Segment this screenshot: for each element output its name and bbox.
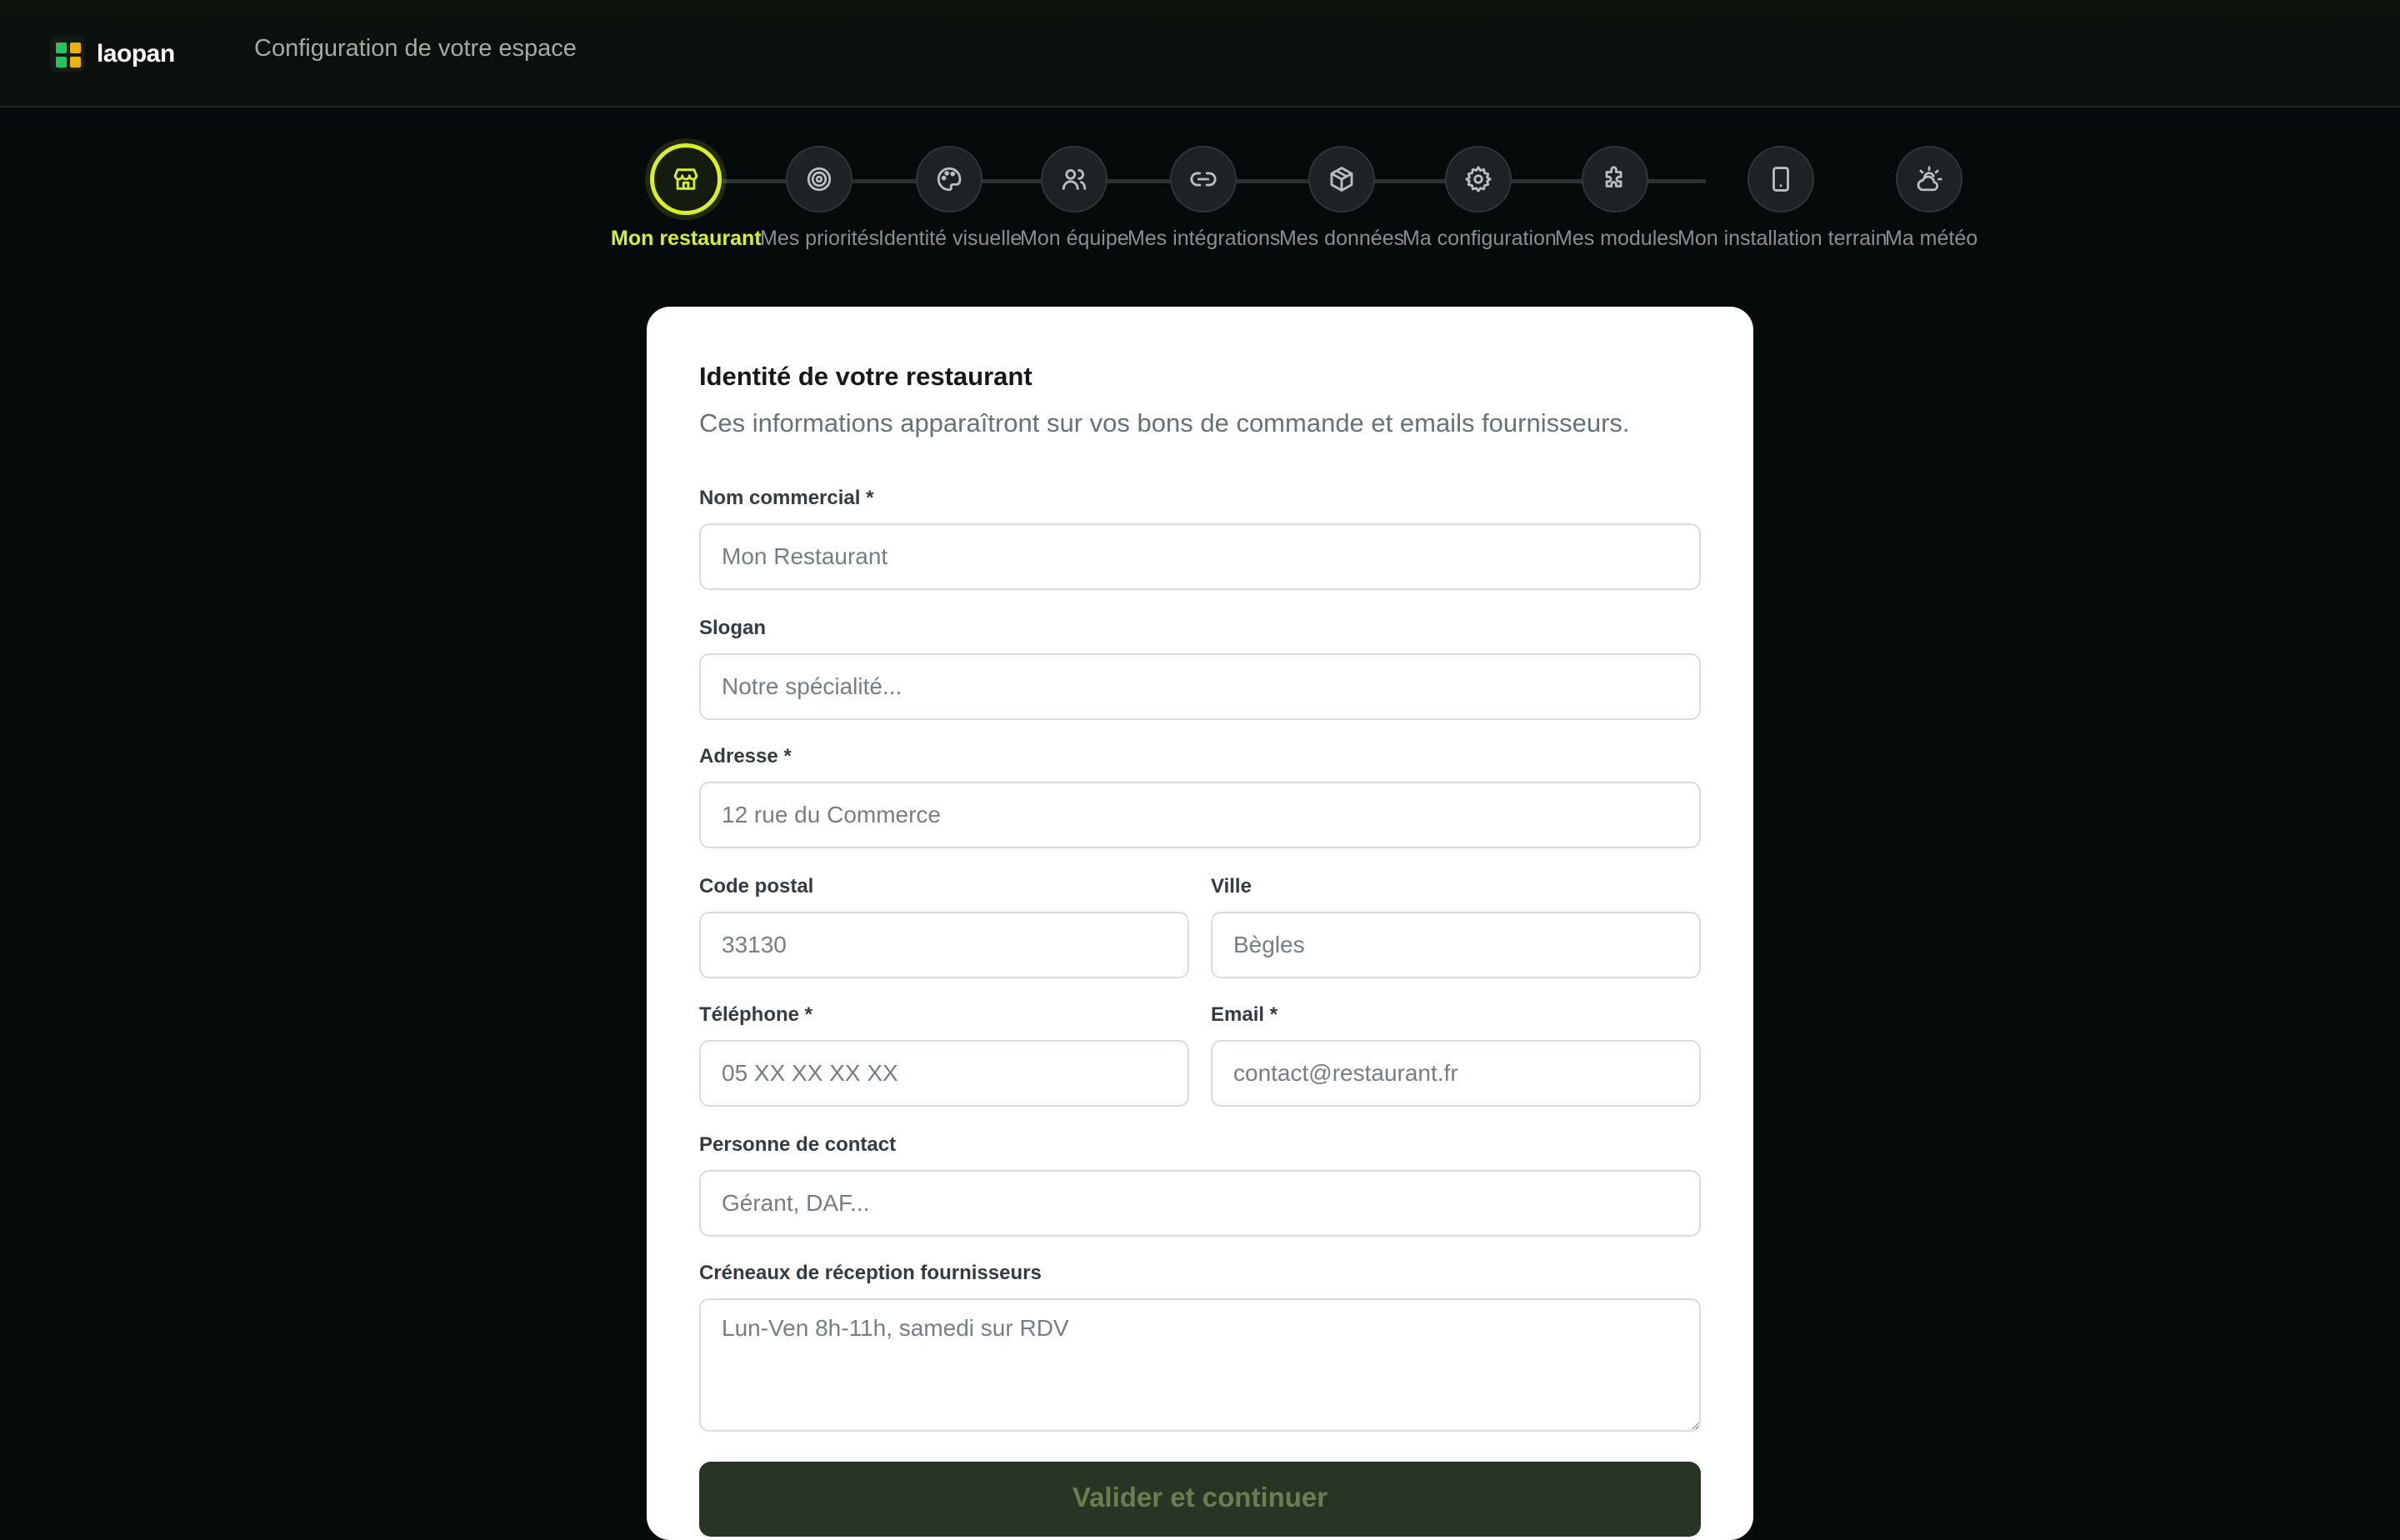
step-circle[interactable] bbox=[1308, 146, 1375, 212]
restaurant-identity-card: Identité de votre restaurant Ces informa… bbox=[647, 307, 1753, 1540]
contact-label: Personne de contact bbox=[699, 1133, 897, 1156]
code-postal-label: Code postal bbox=[699, 875, 814, 898]
step-circle[interactable] bbox=[916, 146, 982, 212]
step-circle[interactable] bbox=[1748, 146, 1814, 212]
step-label: Mon équipe bbox=[1020, 227, 1129, 250]
step-label: Ma météo bbox=[1885, 227, 1978, 250]
palette-icon bbox=[937, 167, 962, 192]
package-icon bbox=[1330, 167, 1353, 192]
tablet-icon bbox=[1772, 167, 1789, 192]
gear-icon bbox=[1465, 166, 1492, 192]
app-name: laopan bbox=[97, 40, 175, 68]
users-icon bbox=[1062, 168, 1087, 190]
step-circle[interactable] bbox=[650, 143, 722, 215]
step-label: Mes données bbox=[1279, 227, 1405, 250]
step-label: Mes modules bbox=[1555, 227, 1679, 250]
step-circle[interactable] bbox=[786, 146, 852, 212]
step-label: Identité visuelle bbox=[878, 227, 1022, 250]
step-circle[interactable] bbox=[1170, 146, 1237, 212]
ville-label: Ville bbox=[1211, 875, 1252, 898]
contact-input[interactable] bbox=[699, 1170, 1701, 1237]
creneaux-textarea[interactable] bbox=[699, 1298, 1701, 1432]
link-icon bbox=[1190, 172, 1217, 187]
adresse-input[interactable] bbox=[699, 782, 1701, 848]
step-circle[interactable] bbox=[1445, 146, 1512, 212]
step-label: Ma configuration bbox=[1402, 227, 1557, 250]
onboarding-stepper: Mon restaurant Mes priorités Identité vi… bbox=[0, 143, 2400, 260]
step-circle[interactable] bbox=[1041, 146, 1108, 212]
ville-input[interactable] bbox=[1211, 912, 1701, 978]
store-icon bbox=[673, 168, 698, 190]
nom-commercial-input[interactable] bbox=[699, 523, 1701, 590]
email-label: Email * bbox=[1211, 1003, 1278, 1026]
validate-continue-button[interactable]: Valider et continuer bbox=[699, 1462, 1701, 1537]
step-label: Mon installation terrain bbox=[1678, 227, 1888, 250]
page-title: Configuration de votre espace bbox=[254, 35, 577, 62]
top-header: laopan Configuration de votre espace bbox=[0, 0, 2400, 108]
form-title: Identité de votre restaurant bbox=[699, 362, 1032, 391]
target-icon bbox=[807, 167, 832, 192]
code-postal-input[interactable] bbox=[699, 912, 1189, 978]
step-label: Mes priorités bbox=[760, 227, 880, 250]
adresse-label: Adresse * bbox=[699, 745, 792, 768]
nom-commercial-label: Nom commercial * bbox=[699, 487, 874, 509]
step-circle[interactable] bbox=[1896, 146, 1962, 212]
email-input[interactable] bbox=[1211, 1040, 1701, 1107]
app-logo[interactable]: laopan bbox=[50, 37, 175, 72]
logo-grid-icon bbox=[50, 37, 85, 72]
form-subtitle: Ces informations apparaîtront sur vos bo… bbox=[699, 408, 1630, 438]
step-circle[interactable] bbox=[1582, 146, 1648, 212]
step-connector bbox=[1648, 179, 1706, 183]
creneaux-label: Créneaux de réception fournisseurs bbox=[699, 1262, 1042, 1284]
slogan-input[interactable] bbox=[699, 653, 1701, 720]
step-label: Mes intégrations bbox=[1128, 227, 1281, 250]
telephone-input[interactable] bbox=[699, 1040, 1189, 1107]
puzzle-icon bbox=[1605, 166, 1622, 188]
slogan-label: Slogan bbox=[699, 617, 767, 639]
weather-icon bbox=[1917, 166, 1942, 192]
telephone-label: Téléphone * bbox=[699, 1003, 813, 1026]
step-label: Mon restaurant bbox=[611, 227, 762, 250]
